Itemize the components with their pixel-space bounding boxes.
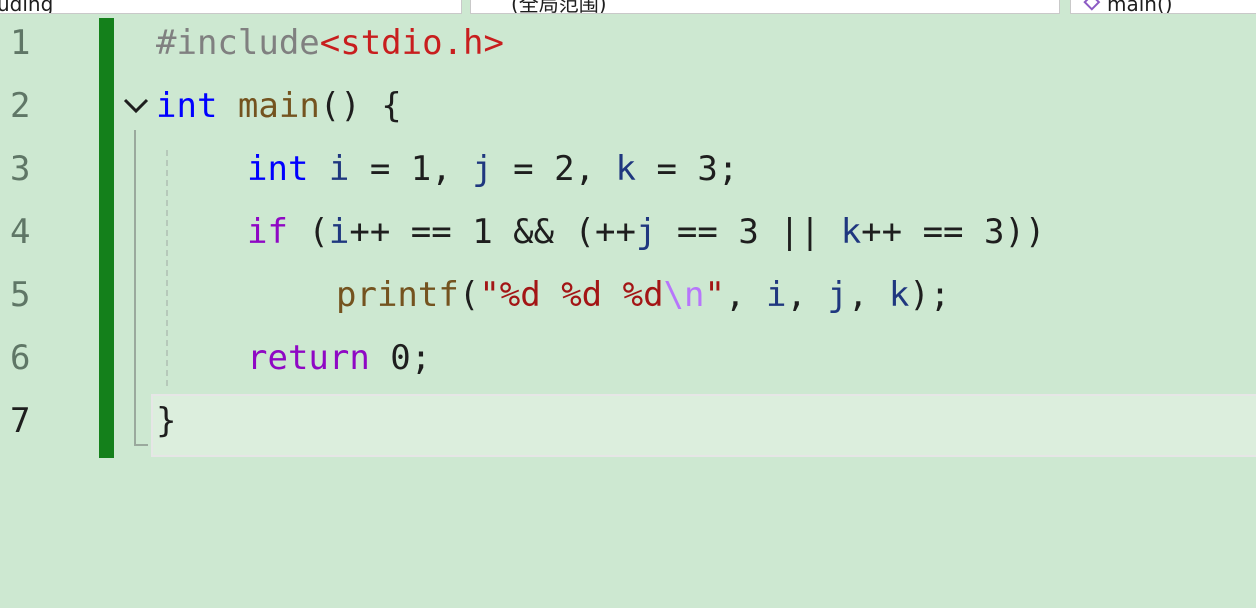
code-line-2: int main() { bbox=[156, 75, 402, 138]
variable-k: k bbox=[888, 275, 910, 315]
line-number: 1 bbox=[10, 23, 31, 63]
variable-j: j bbox=[827, 275, 848, 315]
variable-i: i bbox=[328, 212, 350, 252]
keyword-int: int bbox=[156, 86, 218, 126]
member-dropdown[interactable]: main() bbox=[1070, 0, 1256, 14]
keyword-int: int bbox=[247, 149, 309, 189]
member-label: main() bbox=[1107, 0, 1173, 14]
punctuation: ( bbox=[287, 212, 329, 252]
line-number: 3 bbox=[10, 149, 31, 189]
variable-j: j bbox=[472, 149, 493, 189]
code-line-4: if (i++ == 1 && (++j == 3 || k++ == 3)) bbox=[247, 201, 1045, 264]
preprocessor-directive: #include bbox=[156, 23, 320, 63]
variable-i: i bbox=[328, 149, 350, 189]
expression: == 3 || bbox=[656, 212, 841, 252]
line-number: 6 bbox=[10, 338, 31, 378]
punctuation: , bbox=[847, 275, 889, 315]
string-literal: "%d %d %d bbox=[479, 275, 664, 315]
punctuation: , bbox=[786, 275, 828, 315]
line-number: 2 bbox=[10, 86, 31, 126]
assignment: = 3; bbox=[636, 149, 739, 189]
variable-k: k bbox=[840, 212, 862, 252]
punctuation: ); bbox=[909, 275, 951, 315]
closing-brace: } bbox=[156, 401, 177, 441]
fold-region-end bbox=[134, 444, 148, 446]
assignment: = 1, bbox=[349, 149, 473, 189]
assignment: = 2, bbox=[492, 149, 616, 189]
line-number: 5 bbox=[10, 275, 31, 315]
punctuation: ( bbox=[458, 275, 480, 315]
code-line-1: #include<stdio.h> bbox=[156, 12, 504, 75]
collapse-chevron-icon[interactable] bbox=[122, 94, 150, 116]
fold-region-line bbox=[134, 130, 136, 446]
current-line-number: 7 bbox=[10, 401, 31, 441]
expression: ++ == 3)) bbox=[861, 212, 1046, 252]
code-editor[interactable]: #include<stdio.h> int main() { int i = 1… bbox=[156, 12, 1045, 572]
return-value: 0; bbox=[369, 338, 432, 378]
string-literal-end: " bbox=[704, 275, 725, 315]
function-name: main bbox=[237, 86, 320, 126]
change-tracking-bar bbox=[99, 18, 114, 458]
variable-i: i bbox=[765, 275, 787, 315]
escape-sequence: \n bbox=[663, 275, 705, 315]
variable-k: k bbox=[615, 149, 637, 189]
variable-j: j bbox=[635, 212, 657, 252]
code-line-6: return 0; bbox=[247, 327, 431, 390]
keyword-if: if bbox=[247, 212, 288, 252]
punctuation: () { bbox=[319, 86, 402, 126]
code-line-7: } bbox=[156, 390, 176, 453]
code-line-3: int i = 1, j = 2, k = 3; bbox=[247, 138, 738, 201]
code-line-5: printf("%d %d %d\n", i, j, k); bbox=[336, 264, 950, 327]
line-number: 4 bbox=[10, 212, 31, 252]
function-printf: printf bbox=[336, 275, 459, 315]
scope-dropdown[interactable]: (全局范围) bbox=[470, 0, 1060, 14]
include-header: <stdio.h> bbox=[319, 23, 504, 63]
current-line-highlight bbox=[151, 394, 1256, 457]
method-cube-icon bbox=[1083, 0, 1101, 11]
expression: ++ == 1 && (++ bbox=[349, 212, 636, 252]
keyword-return: return bbox=[247, 338, 370, 378]
punctuation: , bbox=[724, 275, 766, 315]
